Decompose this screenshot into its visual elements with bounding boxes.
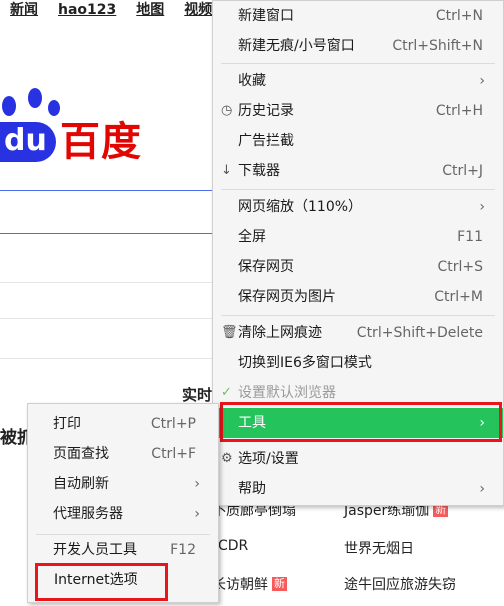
divider — [0, 358, 212, 359]
hot-section-label: 实时 — [182, 386, 213, 404]
menu-separator — [221, 315, 495, 316]
shortcut-label: F11 — [457, 229, 483, 245]
submenu-item-internet-options[interactable]: Internet选项 — [28, 565, 218, 595]
logo-text: 百度 — [60, 119, 142, 165]
shortcut-label: Ctrl+H — [435, 103, 483, 119]
browser-main-menu: 新建窗口 Ctrl+N 新建无痕/小号窗口 Ctrl+Shift+N 收藏 › … — [212, 0, 504, 506]
trash-icon: 🗑 — [221, 325, 238, 340]
shortcut-label: Ctrl+S — [437, 259, 483, 275]
menu-item-save-page-as-image[interactable]: 保存网页为图片 Ctrl+M — [213, 282, 503, 312]
shortcut-label: Ctrl+N — [435, 8, 483, 24]
menu-item-help[interactable]: 帮助 › — [213, 474, 503, 504]
menu-separator — [221, 63, 495, 64]
shortcut-label: Ctrl+Shift+Delete — [356, 325, 483, 341]
logo-paw-toe — [28, 88, 42, 108]
shortcut-label: Ctrl+J — [442, 163, 483, 179]
menu-item-save-page[interactable]: 保存网页 Ctrl+S — [213, 252, 503, 282]
news-item[interactable]: 世界无烟日 — [344, 538, 414, 558]
menu-item-favorites[interactable]: 收藏 › — [213, 66, 503, 96]
nav-link-video[interactable]: 视频 — [184, 0, 212, 20]
tools-submenu: 打印 Ctrl+P 页面查找 Ctrl+F 自动刷新 › 代理服务器 › 开发人… — [27, 403, 219, 603]
logo-paw-toe — [48, 100, 60, 116]
menu-item-fullscreen[interactable]: 全屏 F11 — [213, 222, 503, 252]
nav-link-map[interactable]: 地图 — [136, 0, 164, 20]
logo-du: du — [0, 122, 56, 162]
submenu-item-proxy[interactable]: 代理服务器 › — [28, 499, 218, 529]
menu-item-new-private-window[interactable]: 新建无痕/小号窗口 Ctrl+Shift+N — [213, 31, 503, 61]
gear-icon: ⚙ — [221, 451, 233, 466]
check-icon: ✓ — [221, 385, 232, 400]
divider — [0, 318, 212, 319]
logo-paw-toe — [2, 96, 16, 116]
top-nav: 新闻 hao123 地图 视频 — [10, 0, 232, 20]
shortcut-label: Ctrl+Shift+N — [392, 38, 483, 54]
chevron-right-icon: › — [479, 73, 485, 89]
divider — [0, 282, 212, 283]
submenu-item-find[interactable]: 页面查找 Ctrl+F — [28, 439, 218, 469]
chevron-right-icon: › — [194, 506, 200, 522]
news-item[interactable]: 途牛回应旅游失窃 — [344, 574, 456, 594]
menu-item-options[interactable]: ⚙ 选项/设置 — [213, 444, 503, 474]
shortcut-label: Ctrl+F — [151, 446, 196, 462]
submenu-item-print[interactable]: 打印 Ctrl+P — [28, 409, 218, 439]
submenu-item-auto-refresh[interactable]: 自动刷新 › — [28, 469, 218, 499]
nav-link-hao123[interactable]: hao123 — [58, 0, 116, 20]
menu-item-default-browser: ✓ 设置默认浏览器 — [213, 378, 503, 408]
menu-item-new-window[interactable]: 新建窗口 Ctrl+N — [213, 1, 503, 31]
menu-item-adblock[interactable]: 广告拦截 — [213, 126, 503, 156]
chevron-right-icon: › — [479, 415, 485, 431]
menu-item-ie6-mode[interactable]: 切换到IE6多窗口模式 — [213, 348, 503, 378]
clock-icon: ◷ — [221, 103, 233, 118]
menu-separator — [221, 189, 495, 190]
menu-item-zoom[interactable]: 网页缩放（110%） › — [213, 192, 503, 222]
news-item[interactable]: CDR — [218, 538, 248, 554]
menu-item-history[interactable]: ◷ 历史记录 Ctrl+H — [213, 96, 503, 126]
new-badge: 新 — [272, 577, 287, 591]
search-box-bottom-border — [0, 233, 212, 234]
menu-item-downloads[interactable]: ↓ 下载器 Ctrl+J — [213, 156, 503, 186]
news-item[interactable]: 长访朝鲜新 — [212, 574, 287, 594]
shortcut-label: Ctrl+M — [434, 289, 483, 305]
shortcut-label: F12 — [170, 542, 196, 558]
download-arrow-icon: ↓ — [221, 163, 232, 178]
submenu-item-devtools[interactable]: 开发人员工具 F12 — [28, 535, 218, 565]
menu-item-clear-traces[interactable]: 🗑 清除上网痕迹 Ctrl+Shift+Delete — [213, 318, 503, 348]
menu-item-tools[interactable]: 工具 › — [213, 408, 503, 438]
chevron-right-icon: › — [479, 481, 485, 497]
chevron-right-icon: › — [194, 476, 200, 492]
nav-link-news[interactable]: 新闻 — [10, 0, 38, 20]
search-box-top-border — [0, 190, 212, 191]
chevron-right-icon: › — [479, 199, 485, 215]
shortcut-label: Ctrl+P — [150, 416, 196, 432]
